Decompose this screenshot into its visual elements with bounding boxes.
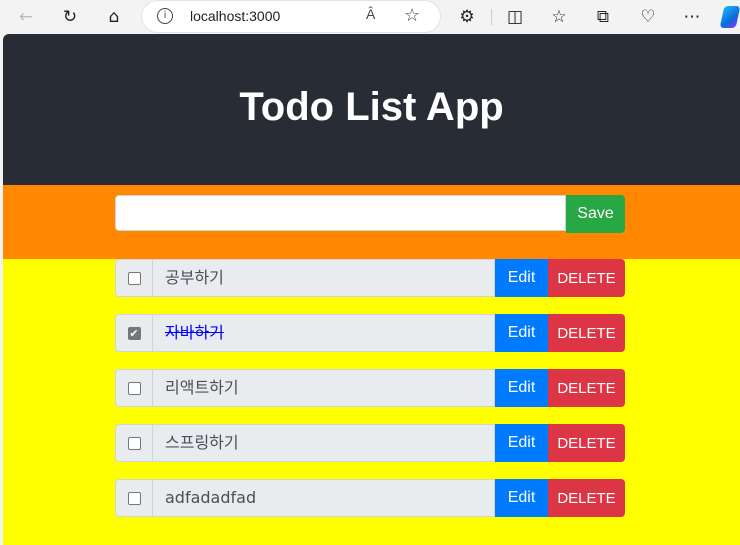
todo-item: 공부하기 Edit DELETE	[115, 259, 625, 297]
todo-checkbox[interactable]	[127, 381, 141, 395]
home-icon[interactable]: ⌂	[102, 5, 126, 29]
todo-text: 리액트하기	[153, 369, 495, 407]
todo-checkbox-wrapper	[115, 424, 153, 462]
delete-button[interactable]: DELETE	[548, 479, 625, 517]
todo-item: 리액트하기 Edit DELETE	[115, 369, 625, 407]
todo-checkbox[interactable]	[127, 491, 141, 505]
back-icon[interactable]: ←	[14, 5, 38, 29]
collections-icon[interactable]: ⧉	[591, 5, 615, 29]
refresh-icon[interactable]: ↻	[58, 5, 82, 29]
read-aloud-icon[interactable]: Ȃ	[366, 6, 375, 22]
extensions-icon[interactable]: ⚙	[455, 5, 479, 29]
address-bar[interactable]: i localhost:3000 Ȃ ☆	[142, 1, 440, 32]
edit-button[interactable]: Edit	[495, 479, 548, 517]
edit-button[interactable]: Edit	[495, 314, 548, 352]
page-viewport: Todo List App Save 공부하기 Edit DELETE ✔ 자바하기 Ed…	[3, 34, 740, 545]
app-header: Todo List App	[3, 34, 740, 185]
edit-button[interactable]: Edit	[495, 259, 548, 297]
delete-button[interactable]: DELETE	[548, 369, 625, 407]
todo-text: 스프링하기	[153, 424, 495, 462]
edit-button[interactable]: Edit	[495, 369, 548, 407]
todo-input[interactable]	[115, 195, 566, 231]
more-icon[interactable]: ⋯	[680, 5, 704, 29]
todo-checkbox-wrapper	[115, 479, 153, 517]
browser-essentials-icon[interactable]: ♡	[636, 5, 660, 29]
todo-checkbox-wrapper: ✔	[115, 314, 153, 352]
toolbar-divider	[491, 9, 492, 25]
delete-button[interactable]: DELETE	[548, 314, 625, 352]
delete-button[interactable]: DELETE	[548, 424, 625, 462]
todo-item: adfadadfad Edit DELETE	[115, 479, 625, 517]
todo-item: ✔ 자바하기 Edit DELETE	[115, 314, 625, 352]
edit-button[interactable]: Edit	[495, 424, 548, 462]
save-button[interactable]: Save	[566, 195, 625, 233]
favorites-icon[interactable]: ☆	[547, 5, 571, 29]
todo-checkbox-wrapper	[115, 259, 153, 297]
copilot-icon[interactable]	[719, 6, 740, 28]
checkmark-icon: ✔	[129, 326, 139, 340]
todo-checkbox[interactable]	[127, 436, 141, 450]
todo-item: 스프링하기 Edit DELETE	[115, 424, 625, 462]
info-icon[interactable]: i	[157, 8, 173, 24]
browser-toolbar: ← ↻ ⌂ i localhost:3000 Ȃ ☆ ⚙ ◫ ☆ ⧉ ♡ ⋯	[0, 0, 740, 34]
todo-list: 공부하기 Edit DELETE ✔ 자바하기 Edit DELETE 리액트하기 Edit DE…	[115, 259, 625, 534]
split-screen-icon[interactable]: ◫	[503, 5, 527, 29]
todo-checkbox[interactable]: ✔	[127, 326, 141, 340]
todo-text: 자바하기	[153, 314, 495, 352]
todo-text: adfadadfad	[153, 479, 495, 517]
address-url[interactable]: localhost:3000	[190, 8, 280, 24]
todo-checkbox[interactable]	[127, 271, 141, 285]
todo-checkbox-wrapper	[115, 369, 153, 407]
delete-button[interactable]: DELETE	[548, 259, 625, 297]
todo-form: Save	[3, 185, 740, 259]
page-title: Todo List App	[239, 85, 504, 129]
favorite-star-icon[interactable]: ☆	[404, 5, 420, 26]
todo-text: 공부하기	[153, 259, 495, 297]
